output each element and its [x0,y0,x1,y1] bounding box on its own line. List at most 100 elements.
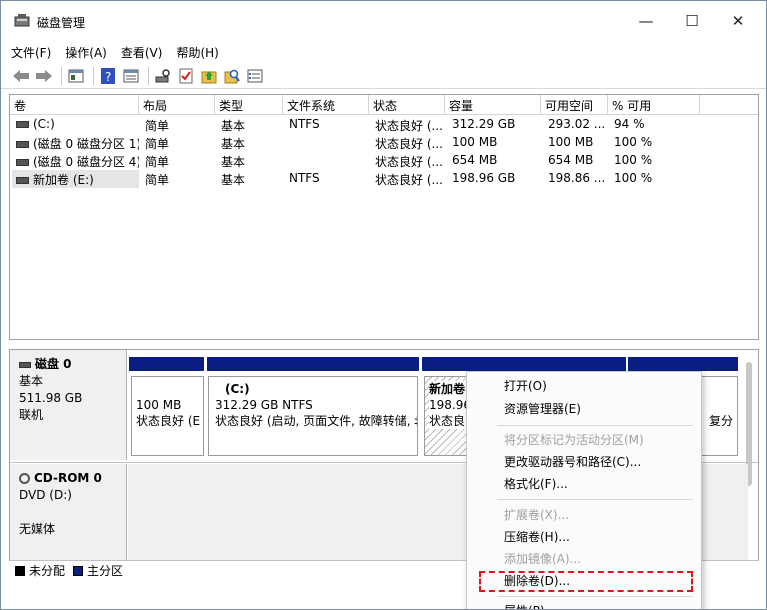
volume-type: 基本 [221,119,246,133]
volume-name: (C:) [33,117,55,131]
partition-bar [207,357,419,371]
toolbar-separator [61,66,62,85]
svg-text:?: ? [105,70,111,84]
show-hide-tree-icon[interactable] [66,66,86,86]
cdrom-0-label[interactable]: CD-ROM 0 DVD (D:) 无媒体 [10,464,127,560]
checklist-icon[interactable] [176,66,196,86]
partition-c[interactable]: (C:) 312.29 GB NTFS 状态良好 (启动, 页面文件, 故障转储… [208,376,418,456]
menu-item-explorer[interactable]: 资源管理器(E) [504,398,581,420]
toolbar: ? [1,63,766,89]
column-header-volume[interactable]: 卷 [10,95,139,115]
column-header-percent-free[interactable]: % 可用 [608,95,700,115]
volume-free-space: 100 MB [548,135,594,149]
disk-status: 无媒体 [19,522,56,536]
drive-icon [16,159,29,166]
drive-icon [16,177,29,184]
volume-type: 基本 [221,173,246,187]
column-header-layout[interactable]: 布局 [139,95,215,115]
menu-item-extend-volume[interactable]: 扩展卷(X)... [504,504,569,526]
menu-item-change-drive-letter[interactable]: 更改驱动器号和路径(C)... [504,451,641,473]
volume-name: (磁盘 0 磁盘分区 4) [33,155,139,169]
menu-item-format[interactable]: 格式化(F)... [504,473,568,495]
column-header-type[interactable]: 类型 [215,95,283,115]
disk-management-window: 磁盘管理 — ☐ ✕ 文件(F) 操作(A) 查看(V) 帮助(H) ? 卷 布… [0,0,767,610]
volume-capacity: 198.96 GB [452,171,516,185]
menu-item-add-mirror[interactable]: 添加镜像(A)... [504,548,581,570]
close-button[interactable]: ✕ [715,1,761,41]
volume-status: 状态良好 (... [375,119,443,133]
menu-separator [497,425,693,426]
title-bar: 磁盘管理 — ☐ ✕ [1,1,766,41]
column-header-free-space[interactable]: 可用空间 [541,95,608,115]
settings-list-icon[interactable] [245,66,265,86]
disk-status: 联机 [19,408,44,422]
upload-folder-icon[interactable] [199,66,219,86]
menu-item-shrink-volume[interactable]: 压缩卷(H)... [504,526,570,548]
maximize-button[interactable]: ☐ [669,1,715,41]
volume-name: 新加卷 (E:) [33,173,94,187]
table-row[interactable]: (C:) [12,116,139,134]
volume-free-space: 198.86 ... [548,171,606,185]
menu-help[interactable]: 帮助(H) [176,44,218,61]
menu-file[interactable]: 文件(F) [11,44,51,61]
disk-name: CD-ROM 0 [34,471,102,485]
menu-bar: 文件(F) 操作(A) 查看(V) 帮助(H) [1,41,766,63]
partition-system-reserved[interactable]: 100 MB 状态良好 (E [131,376,204,456]
volume-type: 基本 [221,155,246,169]
search-folder-icon[interactable] [222,66,242,86]
column-header-capacity[interactable]: 容量 [445,95,541,115]
volume-filesystem [285,134,369,152]
cd-icon [19,473,30,484]
volume-free-space: 654 MB [548,153,594,167]
volume-percent-free: 100 % [614,153,653,167]
properties-pane-icon[interactable] [121,66,141,86]
table-row[interactable]: (磁盘 0 磁盘分区 1) [12,134,139,152]
volume-percent-free: 94 % [614,117,645,131]
disk-0-label[interactable]: 磁盘 0 基本 511.98 GB 联机 [10,350,127,460]
connect-disk-icon[interactable] [153,66,173,86]
partition-status: 状态良好 (启动, 页面文件, 故障转储, ‡ [215,414,418,428]
partition-status: 状态良好 (E [136,414,201,428]
minimize-button[interactable]: — [623,1,669,41]
volume-status: 状态良好 (... [375,137,443,151]
column-header-status[interactable]: 状态 [369,95,445,115]
menu-separator [497,499,693,500]
volume-layout: 简单 [145,137,170,151]
menu-action[interactable]: 操作(A) [65,44,107,61]
menu-item-properties[interactable]: 属性(P) [504,600,545,609]
volume-status: 状态良好 (... [375,155,443,169]
toolbar-separator [148,66,149,85]
volume-layout: 简单 [145,173,170,187]
partition-size: 312.29 GB NTFS [215,398,313,412]
volume-capacity: 654 MB [452,153,498,167]
menu-item-mark-active[interactable]: 将分区标记为活动分区(M) [504,429,644,451]
volume-list: 卷 布局 类型 文件系统 状态 容量 可用空间 % 可用 (C:) 简单 基本 … [9,94,759,340]
menu-separator [497,596,693,597]
volume-free-space: 293.02 ... [548,117,606,131]
volume-name: (磁盘 0 磁盘分区 1) [33,137,139,151]
legend-swatch-primary [73,565,84,576]
legend-label-primary: 主分区 [87,564,124,578]
back-arrow-icon[interactable] [11,66,31,86]
volume-percent-free: 100 % [614,135,653,149]
table-row[interactable]: (磁盘 0 磁盘分区 4) [12,152,139,170]
volume-layout: 简单 [145,119,170,133]
forward-arrow-icon[interactable] [34,66,54,86]
partition-bar [422,357,626,371]
table-row[interactable]: 新加卷 (E:) [12,170,139,188]
column-header-filesystem[interactable]: 文件系统 [283,95,369,115]
legend-swatch-unallocated [15,565,25,576]
volume-status: 状态良好 (... [375,173,443,187]
volume-filesystem: NTFS [289,117,320,131]
menu-view[interactable]: 查看(V) [121,44,163,61]
help-icon[interactable]: ? [98,66,118,86]
delete-volume-highlight-box [479,571,693,592]
volume-layout: 简单 [145,155,170,169]
disk-name: 磁盘 0 [35,357,72,371]
column-header-blank [700,95,758,115]
drive-icon [16,141,29,148]
partition-bar [129,357,204,371]
menu-item-open[interactable]: 打开(O) [504,375,547,397]
partition-size: 100 MB [136,398,182,412]
disk-icon [19,361,31,368]
